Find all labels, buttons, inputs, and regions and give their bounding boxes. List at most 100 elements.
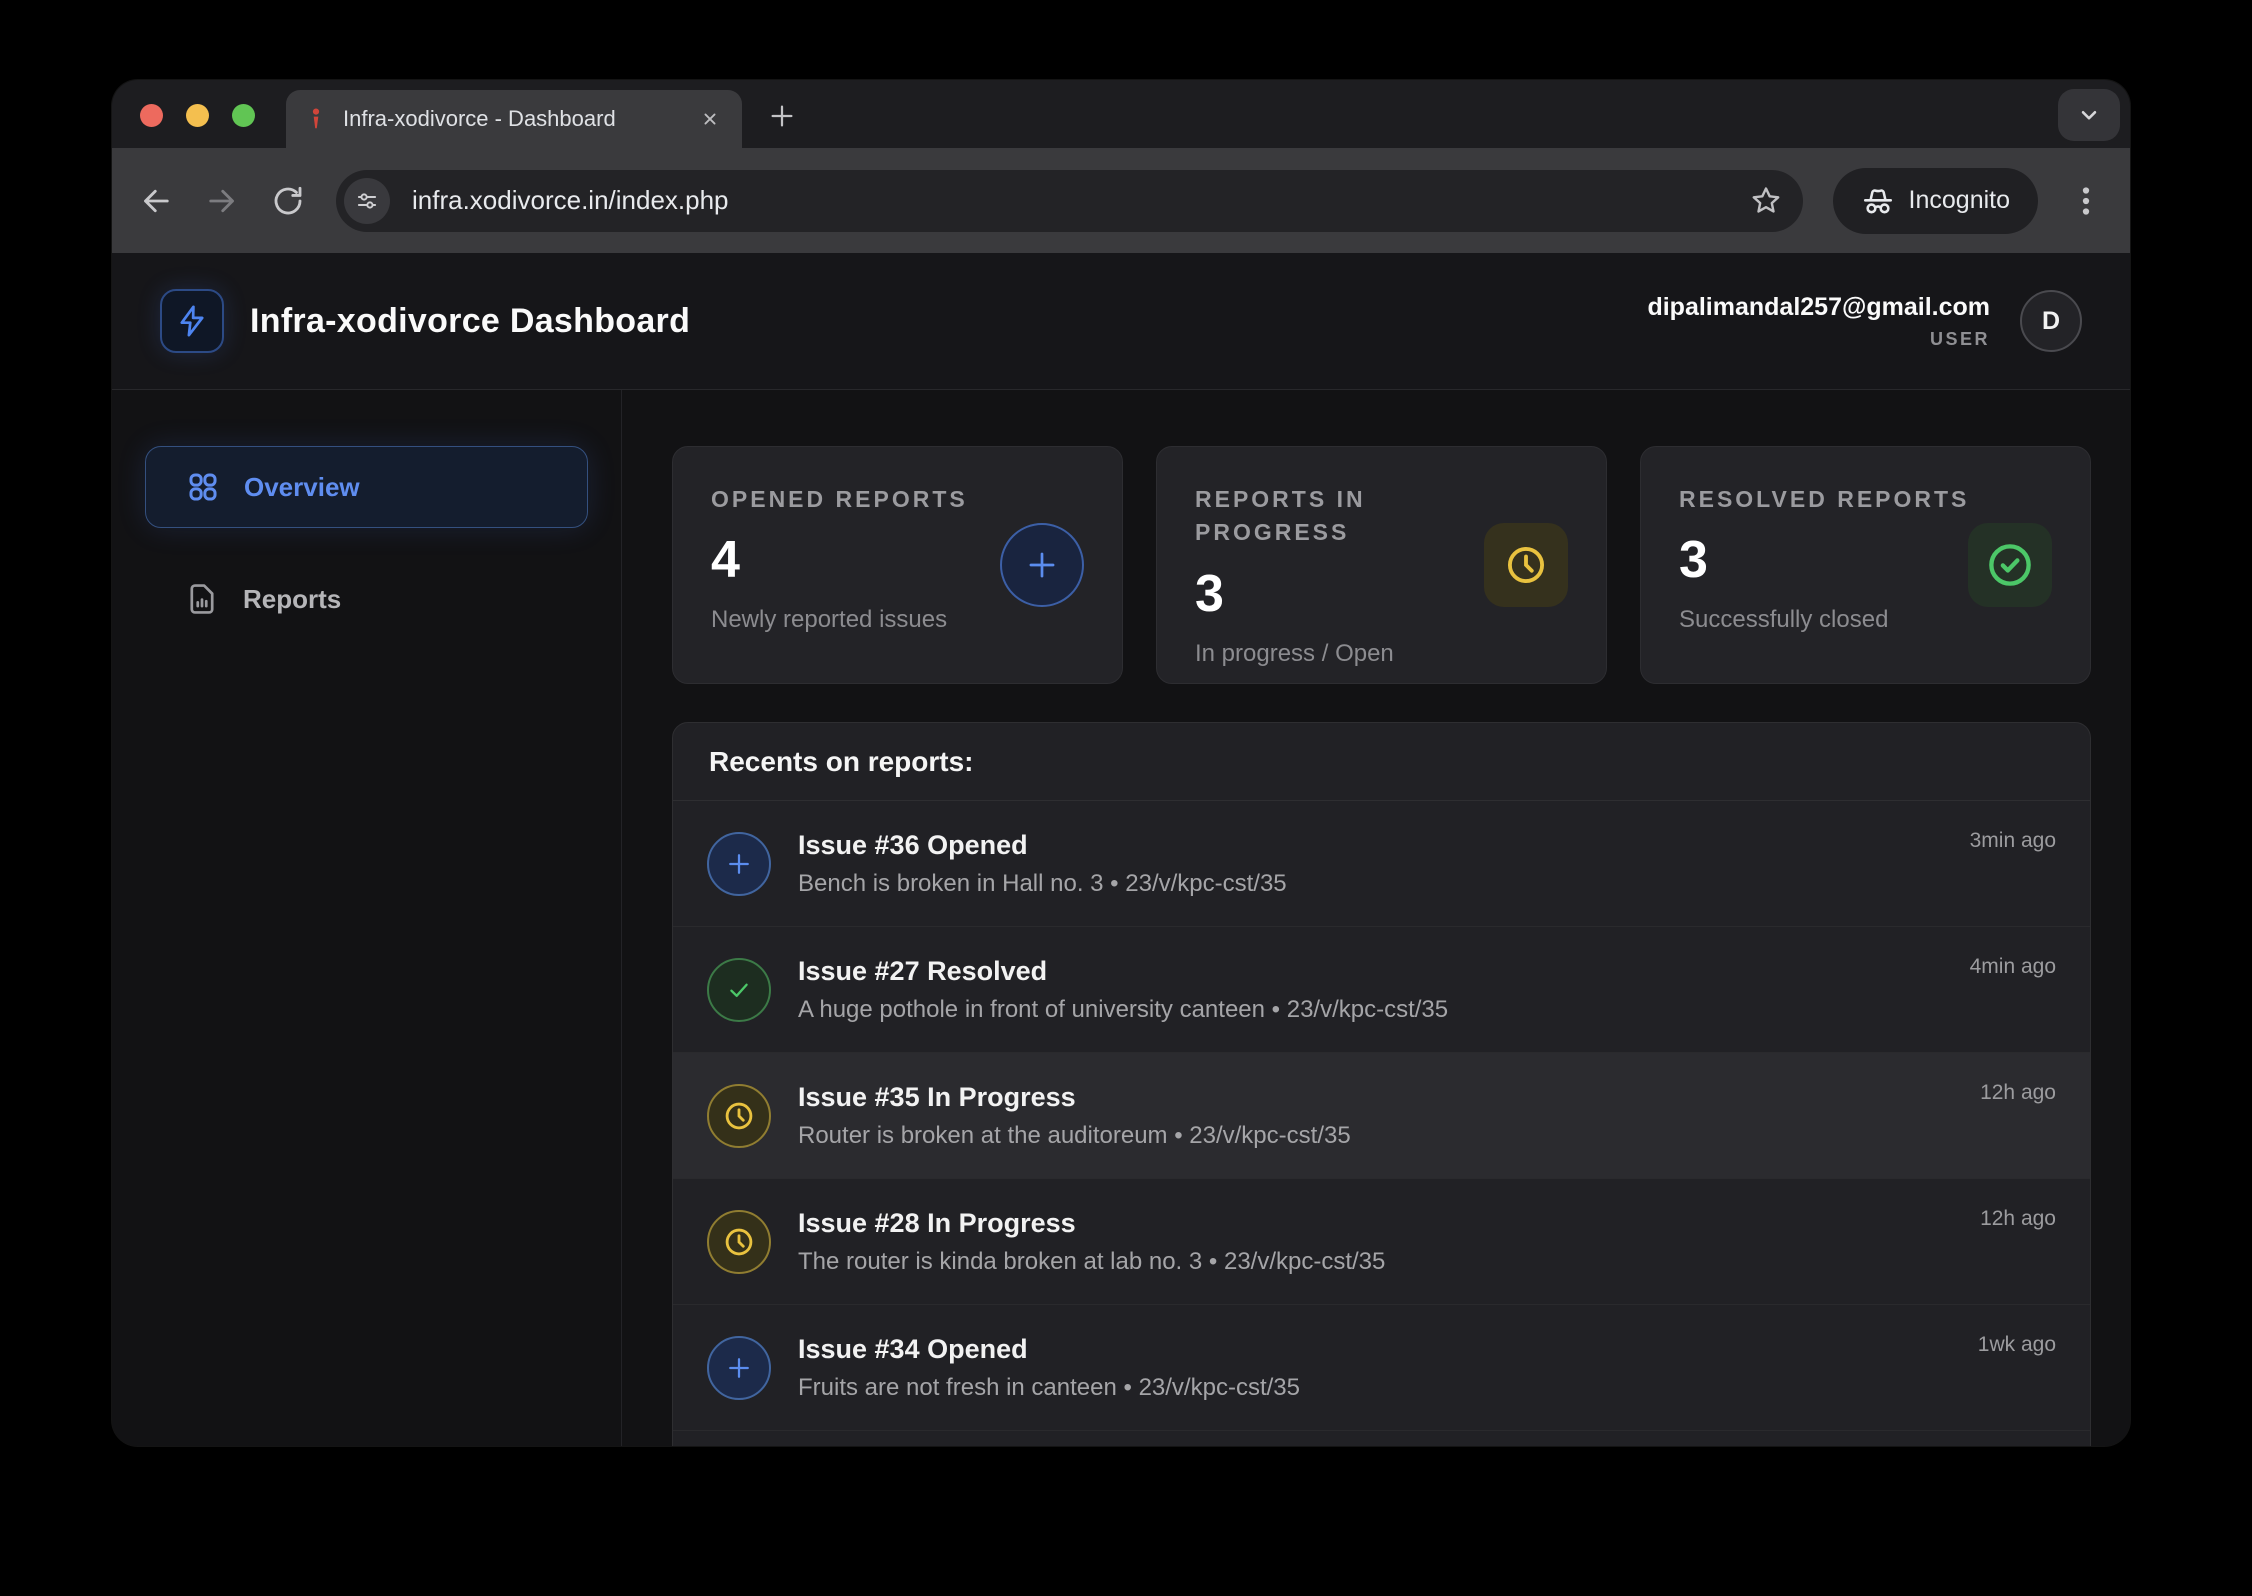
url-text[interactable]: infra.xodivorce.in/index.php: [412, 185, 1749, 216]
recent-title: Issue #34 Opened: [798, 1334, 1300, 1365]
stat-label: RESOLVED REPORTS: [1679, 483, 1989, 516]
recent-row-text: Issue #34 Opened Fruits are not fresh in…: [798, 1334, 1300, 1402]
check-icon: [725, 976, 753, 1004]
browser-toolbar: infra.xodivorce.in/index.php Incognito: [112, 148, 2130, 253]
reload-button[interactable]: [270, 183, 306, 219]
stat-value: 4: [711, 530, 1021, 590]
incognito-icon: [1861, 184, 1895, 218]
browser-window: Infra-xodivorce - Dashboard: [112, 80, 2130, 1446]
dashboard-body: Overview Reports OPEN: [112, 390, 2130, 1446]
recent-row-text: Issue #28 In Progress The router is kind…: [798, 1208, 1385, 1276]
clock-icon: [1503, 542, 1549, 588]
sidebar-item-label: Reports: [243, 584, 341, 615]
recent-title: Issue #36 Opened: [798, 830, 1287, 861]
recent-timestamp: 3min ago: [1970, 829, 2056, 853]
recent-description: Router is broken at the auditoreum • 23/…: [798, 1122, 1351, 1150]
in-progress-badge: [707, 1210, 771, 1274]
page-title: Infra-xodivorce Dashboard: [250, 302, 690, 341]
stat-value: 3: [1195, 564, 1505, 624]
sidebar: Overview Reports: [112, 390, 622, 1446]
dashboard-page: Infra-xodivorce Dashboard dipalimandal25…: [112, 253, 2130, 1446]
avatar[interactable]: D: [2020, 290, 2082, 352]
opened-badge: [707, 832, 771, 896]
recent-row-issue-34[interactable]: Issue #34 Opened Fruits are not fresh in…: [673, 1305, 2090, 1431]
recent-row-issue-27[interactable]: Issue #27 Resolved A huge pothole in fro…: [673, 927, 2090, 1053]
recent-timestamp: 1wk ago: [1978, 1333, 2056, 1357]
recent-timestamp: 12h ago: [1980, 1081, 2056, 1105]
recent-row-text: Issue #35 In Progress Router is broken a…: [798, 1082, 1351, 1150]
app-logo: [160, 289, 224, 353]
stat-card-opened: OPENED REPORTS 4 Newly reported issues: [672, 446, 1123, 684]
site-settings-icon[interactable]: [344, 178, 390, 224]
recent-row-text: Issue #36 Opened Bench is broken in Hall…: [798, 830, 1287, 898]
user-email: dipalimandal257@gmail.com: [1647, 293, 1990, 322]
plus-icon: [724, 1353, 754, 1383]
zoom-window-button[interactable]: [232, 104, 255, 127]
sidebar-item-reports[interactable]: Reports: [145, 558, 588, 640]
minimize-window-button[interactable]: [186, 104, 209, 127]
recent-timestamp: 12h ago: [1980, 1207, 2056, 1231]
recent-title: Issue #27 Resolved: [798, 956, 1448, 987]
sidebar-item-overview[interactable]: Overview: [145, 446, 588, 528]
avatar-initial: D: [2042, 307, 2060, 336]
recent-title: Issue #28 In Progress: [798, 1208, 1385, 1239]
tab-strip: Infra-xodivorce - Dashboard: [112, 80, 2130, 148]
recent-timestamp: 4min ago: [1970, 955, 2056, 979]
recent-row-text: Issue #27 Resolved A huge pothole in fro…: [798, 956, 1448, 1024]
plus-icon: [724, 849, 754, 879]
close-window-button[interactable]: [140, 104, 163, 127]
recent-row-issue-28[interactable]: Issue #28 In Progress The router is kind…: [673, 1179, 2090, 1305]
stat-card-in-progress: REPORTS IN PROGRESS 3 In progress / Open: [1156, 446, 1607, 684]
dashboard-header: Infra-xodivorce Dashboard dipalimandal25…: [112, 253, 2130, 390]
user-role-badge: USER: [1647, 329, 1990, 350]
check-circle-icon: [1984, 539, 2036, 591]
bookmark-star-icon[interactable]: [1749, 184, 1783, 218]
recent-row-issue-35[interactable]: Issue #35 In Progress Router is broken a…: [673, 1053, 2090, 1179]
recent-description: The router is kinda broken at lab no. 3 …: [798, 1248, 1385, 1276]
stat-value: 3: [1679, 530, 1989, 590]
stat-sublabel: Successfully closed: [1679, 606, 1989, 634]
browser-tab[interactable]: Infra-xodivorce - Dashboard: [286, 90, 742, 148]
recent-row-issue-36[interactable]: Issue #36 Opened Bench is broken in Hall…: [673, 801, 2090, 927]
grid-icon: [186, 470, 220, 504]
tab-search-button[interactable]: [2058, 89, 2120, 141]
lightning-bolt-icon: [175, 304, 209, 338]
recent-description: A huge pothole in front of university ca…: [798, 996, 1448, 1024]
recents-heading: Recents on reports:: [673, 723, 2090, 801]
incognito-label: Incognito: [1909, 186, 2010, 215]
clock-icon: [722, 1099, 756, 1133]
main-content: OPENED REPORTS 4 Newly reported issues: [622, 390, 2130, 1446]
incognito-badge: Incognito: [1833, 168, 2038, 234]
stat-card-text: OPENED REPORTS 4 Newly reported issues: [711, 483, 1021, 634]
clock-icon: [722, 1225, 756, 1259]
stat-sublabel: In progress / Open: [1195, 640, 1505, 668]
forward-button[interactable]: [204, 183, 240, 219]
stat-card-text: RESOLVED REPORTS 3 Successfully closed: [1679, 483, 1989, 634]
in-progress-badge: [707, 1084, 771, 1148]
favicon-icon: [304, 107, 328, 131]
address-bar[interactable]: infra.xodivorce.in/index.php: [336, 170, 1803, 232]
resolved-tile: [1968, 523, 2052, 607]
tab-close-icon[interactable]: [696, 105, 724, 133]
sidebar-item-label: Overview: [244, 472, 360, 503]
recent-description: Fruits are not fresh in canteen • 23/v/k…: [798, 1374, 1300, 1402]
recent-title: Issue #35 In Progress: [798, 1082, 1351, 1113]
opened-badge: [707, 1336, 771, 1400]
stat-label: REPORTS IN PROGRESS: [1195, 483, 1505, 550]
plus-icon: [1023, 546, 1061, 584]
stat-sublabel: Newly reported issues: [711, 606, 1021, 634]
stat-cards: OPENED REPORTS 4 Newly reported issues: [672, 446, 2091, 684]
add-report-button[interactable]: [1000, 523, 1084, 607]
stat-card-text: REPORTS IN PROGRESS 3 In progress / Open: [1195, 483, 1505, 668]
back-button[interactable]: [138, 183, 174, 219]
stat-card-resolved: RESOLVED REPORTS 3 Successfully closed: [1640, 446, 2091, 684]
tab-title: Infra-xodivorce - Dashboard: [343, 106, 684, 132]
user-meta: dipalimandal257@gmail.com USER: [1647, 293, 1990, 350]
file-chart-icon: [185, 582, 219, 616]
window-controls: [140, 104, 255, 127]
recent-description: Bench is broken in Hall no. 3 • 23/v/kpc…: [798, 870, 1287, 898]
recents-panel: Recents on reports: Issue #36 Opened Ben…: [672, 722, 2091, 1446]
browser-menu-button[interactable]: [2068, 183, 2104, 219]
new-tab-button[interactable]: [764, 98, 800, 134]
in-progress-tile: [1484, 523, 1568, 607]
